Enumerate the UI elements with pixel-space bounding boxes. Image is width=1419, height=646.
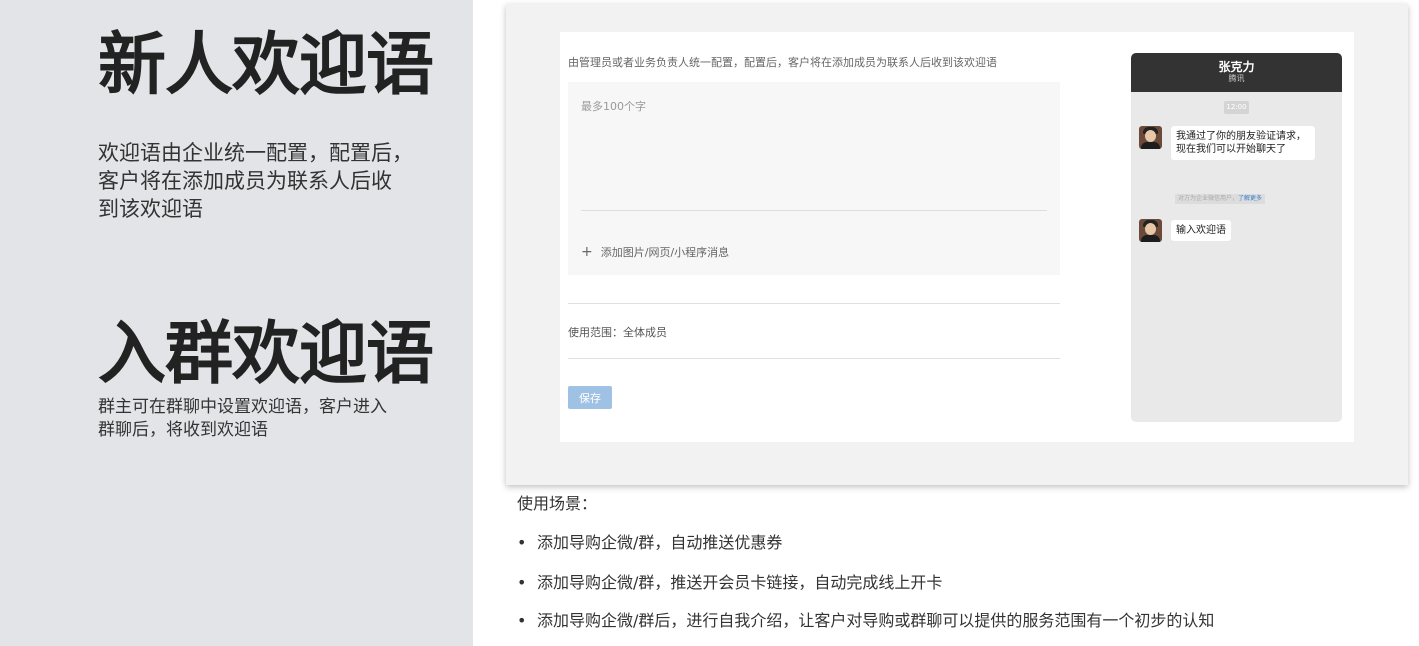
config-hint: 由管理员或者业务负责人统一配置，配置后，客户将在添加成员为联系人后收到该欢迎语 [568, 56, 997, 69]
bullet-icon: • [517, 611, 527, 630]
bullet-icon: • [517, 533, 527, 552]
desc-line: 到该欢迎语 [98, 197, 203, 221]
editor-placeholder[interactable]: 最多100个字 [581, 98, 646, 114]
chat-bubble-welcome-preview: 输入欢迎语 [1171, 220, 1231, 241]
section-title-new-welcome: 新人欢迎语 [98, 26, 434, 105]
bullet-icon: • [517, 573, 527, 592]
section-desc-group-welcome: 群主可在群聊中设置欢迎语，客户进入 群聊后，将收到欢迎语 [98, 396, 387, 442]
left-panel: 新人欢迎语 欢迎语由企业统一配置，配置后， 客户将在添加成员为联系人后收 到该欢… [0, 0, 473, 646]
chat-time: 12:00 [1224, 101, 1249, 114]
usage-item-text: 添加导购企微/群后，进行自我介绍，让客户对导购或群聊可以提供的服务范围有一个初步… [537, 611, 1215, 630]
usage-scope: 使用范围：全体成员 [568, 326, 667, 339]
usage-item: • 添加导购企微/群，推送开会员卡链接，自动完成线上开卡 [517, 569, 942, 593]
section-desc-new-welcome: 欢迎语由企业统一配置，配置后， 客户将在添加成员为联系人后收 到该欢迎语 [98, 139, 413, 223]
desc-line: 群主可在群聊中设置欢迎语，客户进入 [98, 397, 387, 417]
divider [568, 303, 1060, 304]
editor-divider [581, 210, 1047, 211]
plus-icon: + [581, 244, 593, 260]
save-button[interactable]: 保存 [568, 386, 612, 409]
desc-line: 欢迎语由企业统一配置，配置后， [98, 141, 413, 165]
usage-item: • 添加导购企微/群后，进行自我介绍，让客户对导购或群聊可以提供的服务范围有一个初… [517, 607, 1214, 631]
usage-item: • 添加导购企微/群，自动推送优惠券 [517, 529, 782, 553]
avatar [1139, 219, 1162, 242]
divider [568, 358, 1060, 359]
chat-header: 张克力 腾讯 [1131, 53, 1342, 92]
desc-line: 群聊后，将收到欢迎语 [98, 420, 268, 440]
usage-item-text: 添加导购企微/群，推送开会员卡链接，自动完成线上开卡 [537, 573, 943, 592]
chat-bubble-friend-verified: 我通过了你的朋友验证请求，现在我们可以开始聊天了 [1171, 126, 1315, 160]
screenshot-card: 由管理员或者业务负责人统一配置，配置后，客户将在添加成员为联系人后收到该欢迎语 … [506, 4, 1408, 485]
system-note-text: 对方为企业微信用户， [1178, 195, 1239, 202]
add-attachment-button[interactable]: + 添加图片/网页/小程序消息 [581, 244, 729, 260]
contact-company: 腾讯 [1228, 74, 1245, 83]
desc-line: 客户将在添加成员为联系人后收 [98, 169, 392, 193]
admin-panel: 由管理员或者业务负责人统一配置，配置后，客户将在添加成员为联系人后收到该欢迎语 … [560, 32, 1354, 442]
usage-title: 使用场景： [517, 494, 598, 513]
phone-preview: 张克力 腾讯 12:00 我通过了你的朋友验证请求，现在我们可以开始聊天了 对方… [1131, 53, 1342, 422]
learn-more-link[interactable]: 了解更多 [1238, 195, 1262, 202]
usage-item-text: 添加导购企微/群，自动推送优惠券 [537, 533, 783, 552]
system-note: 对方为企业微信用户，了解更多 [1175, 194, 1266, 204]
avatar [1139, 126, 1162, 149]
welcome-message-editor[interactable]: 最多100个字 + 添加图片/网页/小程序消息 [568, 82, 1060, 275]
contact-name: 张克力 [1218, 60, 1255, 74]
section-title-group-welcome: 入群欢迎语 [98, 315, 434, 394]
add-attachment-label: 添加图片/网页/小程序消息 [600, 246, 730, 259]
